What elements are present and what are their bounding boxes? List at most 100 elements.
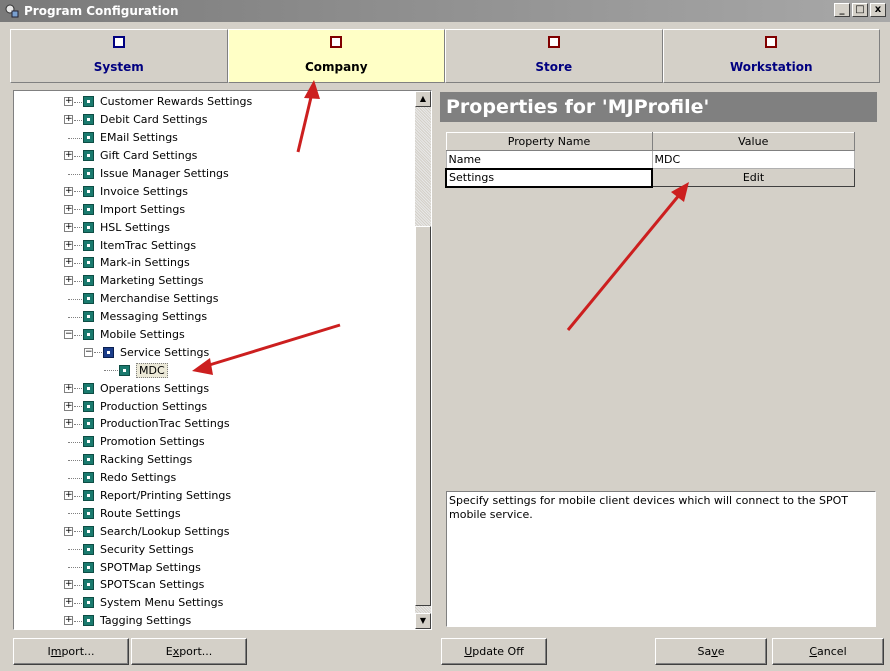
tree-item[interactable]: Promotion Settings	[14, 433, 417, 451]
button-text: ancel	[817, 645, 847, 658]
tree-connector	[74, 209, 82, 211]
tree-item[interactable]: Route Settings	[14, 504, 417, 522]
tree-item[interactable]: MDC	[14, 361, 417, 379]
tree-item[interactable]: + Marketing Settings	[14, 272, 417, 290]
expand-icon[interactable]: +	[64, 616, 73, 626]
tree-item[interactable]: + Search/Lookup Settings	[14, 522, 417, 540]
settings-node-icon	[83, 436, 94, 448]
tree-item[interactable]: − Mobile Settings	[14, 326, 417, 344]
tab-system[interactable]: System	[10, 29, 228, 83]
service-node-icon	[103, 346, 114, 358]
settings-node-icon	[83, 400, 94, 412]
tree-item[interactable]: + Tagging Settings	[14, 612, 417, 629]
tree-item[interactable]: + SPOTScan Settings	[14, 576, 417, 594]
close-button[interactable]: x	[870, 3, 886, 17]
tab-store[interactable]: Store	[445, 29, 663, 83]
tree-item[interactable]: − Service Settings	[14, 343, 417, 361]
settings-node-icon	[83, 507, 94, 519]
tree-item-label: Debit Card Settings	[100, 113, 208, 127]
expand-icon[interactable]: +	[64, 598, 73, 608]
expand-icon[interactable]: +	[64, 151, 73, 161]
scroll-up-button[interactable]: ▲	[415, 91, 431, 107]
button-accelerator: C	[809, 645, 818, 658]
tree-connector	[68, 316, 82, 318]
tree-item-label: EMail Settings	[100, 131, 178, 145]
collapse-icon[interactable]: −	[64, 330, 73, 340]
tree-item[interactable]: + Operations Settings	[14, 379, 417, 397]
property-value-cell[interactable]: MDC	[651, 150, 855, 169]
minimize-button[interactable]: _	[834, 3, 850, 17]
button-text: E	[165, 645, 173, 658]
expand-icon[interactable]: +	[64, 97, 73, 107]
tree-connector	[74, 334, 82, 336]
tree-item[interactable]: + Debit Card Settings	[14, 111, 417, 129]
tree-item[interactable]: + Customer Rewards Settings	[14, 93, 417, 111]
settings-node-icon	[83, 382, 94, 394]
column-header-property-name[interactable]: Property Name	[445, 132, 653, 151]
tree-item[interactable]: Racking Settings	[14, 451, 417, 469]
property-name-cell[interactable]: Settings	[445, 167, 653, 188]
property-description: Specify settings for mobile client devic…	[446, 491, 876, 627]
window-controls: _ □ x	[834, 3, 886, 17]
import-button[interactable]: Im port...	[13, 638, 129, 665]
settings-node-icon	[83, 472, 94, 484]
tree-item[interactable]: + ItemTrac Settings	[14, 236, 417, 254]
expand-icon[interactable]: +	[64, 258, 73, 268]
tree-item[interactable]: + Production Settings	[14, 397, 417, 415]
tab-company[interactable]: Company	[227, 29, 445, 83]
column-header-value[interactable]: Value	[651, 132, 855, 151]
tree-item[interactable]: SPOTMap Settings	[14, 558, 417, 576]
maximize-button[interactable]: □	[852, 3, 868, 17]
collapse-icon[interactable]: −	[84, 347, 93, 357]
expand-icon[interactable]: +	[64, 240, 73, 250]
tree-item[interactable]: EMail Settings	[14, 129, 417, 147]
tree-item[interactable]: Issue Manager Settings	[14, 165, 417, 183]
tree-item[interactable]: Security Settings	[14, 540, 417, 558]
tree-item[interactable]: Redo Settings	[14, 469, 417, 487]
expand-icon[interactable]: +	[64, 115, 73, 125]
expand-icon[interactable]: +	[64, 401, 73, 411]
expand-icon[interactable]: +	[64, 526, 73, 536]
tree-item[interactable]: + HSL Settings	[14, 218, 417, 236]
expand-icon[interactable]: +	[64, 419, 73, 429]
expand-icon[interactable]: +	[64, 186, 73, 196]
tree-item-label: Service Settings	[120, 345, 210, 359]
property-name-cell[interactable]: Name	[445, 150, 653, 169]
expand-icon[interactable]: +	[64, 222, 73, 232]
tree-item[interactable]: + Gift Card Settings	[14, 147, 417, 165]
expand-icon[interactable]: +	[64, 383, 73, 393]
tree-item-label: Mark-in Settings	[100, 256, 190, 270]
tree-item-label: Merchandise Settings	[100, 292, 219, 306]
tree-item[interactable]: + ProductionTrac Settings	[14, 415, 417, 433]
settings-node-icon	[83, 221, 94, 233]
tree-item[interactable]: + Import Settings	[14, 200, 417, 218]
tree-item[interactable]: Merchandise Settings	[14, 290, 417, 308]
export-button[interactable]: Ex port...	[131, 638, 247, 665]
settings-node-icon	[83, 150, 94, 162]
tree-item[interactable]: + Invoice Settings	[14, 182, 417, 200]
settings-tree[interactable]: + Customer Rewards Settings + Debit Card Se…	[13, 90, 432, 630]
tree-item[interactable]: + Mark-in Settings	[14, 254, 417, 272]
tree-item-label: Issue Manager Settings	[100, 167, 229, 180]
expand-icon[interactable]: +	[64, 276, 73, 286]
tree-connector	[74, 245, 82, 247]
tree-item[interactable]: + Report/Printing Settings	[14, 487, 417, 505]
tab-label: Company	[304, 60, 368, 74]
tree-scrollbar[interactable]: ▲ ▼	[415, 91, 431, 629]
tree-connector	[68, 549, 82, 551]
expand-icon[interactable]: +	[64, 491, 73, 501]
tab-workstation[interactable]: Workstation	[662, 29, 880, 83]
cancel-button[interactable]: Cancel	[772, 638, 884, 665]
tree-item[interactable]: + System Menu Settings	[14, 594, 417, 612]
tree-connector	[74, 263, 82, 265]
edit-settings-button[interactable]: Edit	[651, 168, 855, 187]
tree-item[interactable]: Messaging Settings	[14, 308, 417, 326]
save-button[interactable]: Sa v e	[655, 638, 767, 665]
update-off-button[interactable]: Update Off	[441, 638, 547, 665]
expand-icon[interactable]: +	[64, 580, 73, 590]
scroll-thumb[interactable]	[415, 226, 431, 606]
tab-label: Workstation	[729, 60, 813, 74]
scroll-down-button[interactable]: ▼	[415, 613, 431, 629]
expand-icon[interactable]: +	[64, 204, 73, 214]
properties-grid-area: Property Name Value Name MDC Settings Ed…	[440, 122, 877, 482]
